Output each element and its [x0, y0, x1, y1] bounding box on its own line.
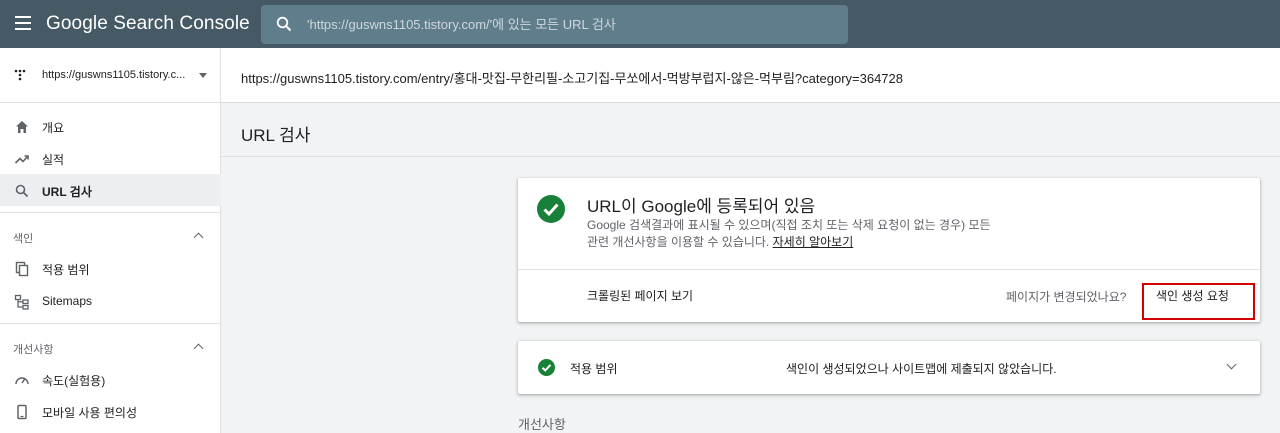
- sidebar-item-url-inspection[interactable]: URL 검사: [0, 174, 221, 206]
- search-icon: [276, 16, 292, 32]
- page-header: URL 검사: [221, 103, 1280, 157]
- sidebar-item-label: 모바일 사용 편의성: [42, 406, 137, 420]
- section-title: 색인: [13, 233, 34, 245]
- chevron-up-icon[interactable]: [193, 343, 204, 354]
- status-desc-line: Google 검색결과에 표시될 수 있으며(직접 조치 또는 삭제 요청이 없…: [587, 218, 991, 232]
- sidebar-item-speed[interactable]: 속도(실험용): [0, 363, 221, 395]
- sidebar-item-label: 실적: [42, 153, 65, 167]
- divider: [0, 323, 221, 324]
- sitemap-icon: [14, 294, 29, 310]
- coverage-card[interactable]: 적용 범위 색인이 생성되었으나 사이트맵에 제출되지 않았습니다.: [518, 341, 1260, 394]
- top-app-bar: Google Search Console: [0, 0, 1280, 48]
- learn-more-link[interactable]: 자세히 알아보기: [773, 235, 854, 249]
- check-circle-icon: [537, 195, 565, 223]
- sidebar-item-sitemaps[interactable]: Sitemaps: [0, 285, 221, 317]
- status-title: URL이 Google에 등록되어 있음: [587, 197, 816, 216]
- page-changed-question: 페이지가 변경되었나요?: [1006, 290, 1127, 304]
- status-desc-text: 관련 개선사항을 이용할 수 있습니다.: [587, 235, 770, 249]
- view-crawled-page-button[interactable]: 크롤링된 페이지 보기: [587, 287, 693, 304]
- coverage-status: 색인이 생성되었으나 사이트맵에 제출되지 않았습니다.: [786, 362, 1057, 376]
- sidebar-item-label: URL 검사: [42, 185, 92, 199]
- sidebar-item-label: 개요: [42, 121, 65, 135]
- trending-up-icon: [14, 155, 29, 164]
- app-title[interactable]: Google Search Console: [46, 13, 250, 35]
- inspected-url-bar: https://guswns1105.tistory.com/entry/홍대-…: [221, 48, 1280, 103]
- smartphone-icon: [17, 404, 27, 420]
- property-label: https://guswns1105.tistory.c...: [42, 69, 186, 81]
- file-copy-icon: [15, 261, 29, 277]
- tistory-favicon-icon: [14, 69, 26, 81]
- search-icon: [15, 184, 29, 198]
- section-title: 개선사항: [13, 344, 54, 356]
- highlight-annotation-box: [1142, 283, 1255, 320]
- check-circle-icon: [538, 359, 555, 376]
- search-input[interactable]: [307, 5, 837, 44]
- sidebar-item-coverage[interactable]: 적용 범위: [0, 252, 221, 284]
- sidebar-item-label: Sitemaps: [42, 294, 93, 308]
- status-desc-line: 관련 개선사항을 이용할 수 있습니다. 자세히 알아보기: [587, 234, 1067, 251]
- divider: [0, 212, 221, 213]
- sidebar-item-performance[interactable]: 실적: [0, 142, 221, 174]
- sidebar-item-label: 적용 범위: [42, 263, 90, 277]
- home-icon: [16, 121, 28, 133]
- chevron-up-icon[interactable]: [193, 232, 204, 243]
- enhancements-heading: 개선사항: [518, 417, 566, 432]
- inspected-url: https://guswns1105.tistory.com/entry/홍대-…: [241, 71, 903, 86]
- page-title: URL 검사: [241, 126, 311, 145]
- url-inspection-search[interactable]: [261, 5, 848, 44]
- section-header-index[interactable]: 색인: [0, 225, 221, 249]
- menu-icon[interactable]: [15, 16, 31, 30]
- sidebar-item-label: 속도(실험용): [42, 374, 106, 388]
- coverage-label: 적용 범위: [570, 362, 618, 376]
- sidebar: https://guswns1105.tistory.c... 개요 실적 UR…: [0, 48, 221, 433]
- property-selector[interactable]: https://guswns1105.tistory.c...: [0, 48, 221, 103]
- status-description: Google 검색결과에 표시될 수 있으며(직접 조치 또는 삭제 요청이 없…: [587, 217, 1067, 251]
- sidebar-item-overview[interactable]: 개요: [0, 110, 221, 142]
- dropdown-arrow-icon[interactable]: [199, 73, 207, 78]
- chevron-down-icon[interactable]: [1226, 359, 1237, 370]
- sidebar-item-mobile-usability[interactable]: 모바일 사용 편의성: [0, 395, 221, 427]
- section-header-enhancements[interactable]: 개선사항: [0, 336, 221, 360]
- card-divider: [518, 269, 1260, 270]
- speedometer-icon: [15, 377, 29, 385]
